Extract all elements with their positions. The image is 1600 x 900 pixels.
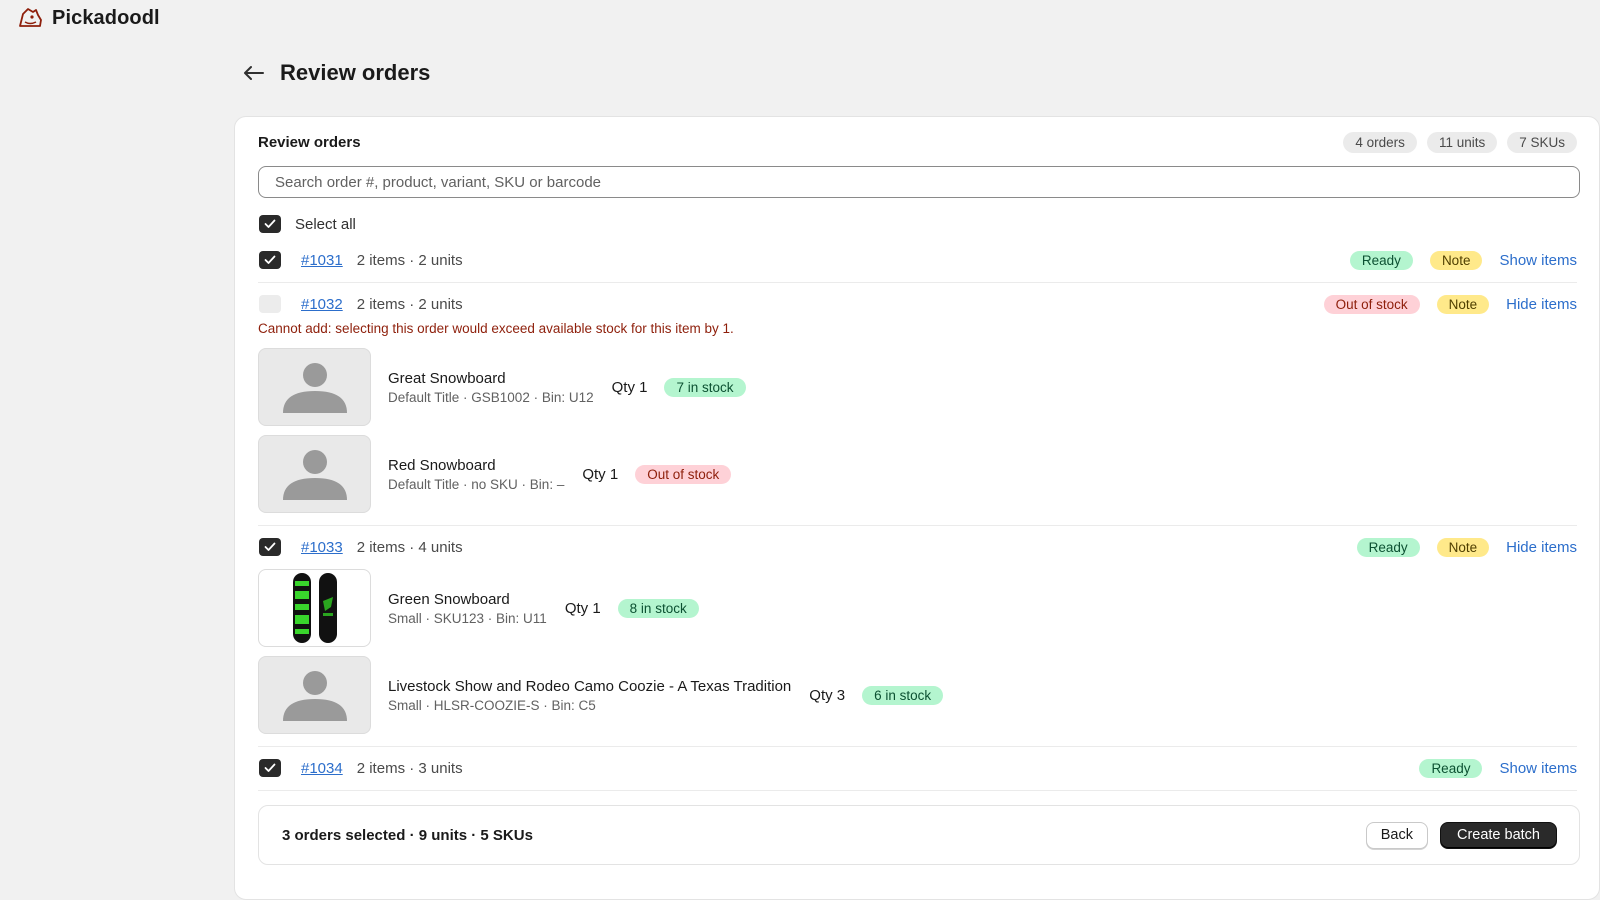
item-info: Green Snowboard Small · SKU123 · Bin: U1… bbox=[388, 591, 547, 626]
item-name: Green Snowboard bbox=[388, 590, 510, 608]
stock-badge: 7 in stock bbox=[664, 377, 746, 397]
order-meta: 2 items · 2 units bbox=[356, 295, 463, 313]
item-info: Red Snowboard Default Title · no SKU · B… bbox=[388, 457, 564, 492]
order-number-link[interactable]: #1032 bbox=[301, 296, 343, 313]
order-number-link[interactable]: #1034 bbox=[301, 760, 343, 777]
placeholder-person-icon bbox=[282, 671, 347, 721]
order-row-1033: #1033 2 items · 4 units Ready Note Hide … bbox=[259, 536, 1577, 558]
units-count-pill: 11 units bbox=[1426, 131, 1498, 153]
item-details: Default Title · GSB1002 · Bin: U12 bbox=[388, 389, 594, 405]
product-thumbnail bbox=[258, 569, 371, 647]
order-meta: 2 items · 4 units bbox=[356, 538, 463, 556]
top-bar: Pickadoodl bbox=[16, 6, 160, 30]
order-meta: 2 items · 3 units bbox=[356, 759, 463, 777]
note-badge[interactable]: Note bbox=[1436, 537, 1490, 557]
note-badge[interactable]: Note bbox=[1429, 250, 1483, 270]
order-checkbox[interactable] bbox=[259, 759, 281, 777]
arrow-left-icon[interactable] bbox=[240, 60, 266, 86]
green-snowboard-photo bbox=[292, 573, 337, 643]
stock-badge: Out of stock bbox=[635, 464, 732, 484]
status-badge: Ready bbox=[1419, 758, 1483, 778]
order-checkbox[interactable] bbox=[259, 295, 281, 313]
item-details: Default Title · no SKU · Bin: – bbox=[388, 476, 565, 492]
review-orders-card: Review orders 4 orders 11 units 7 SKUs S… bbox=[234, 116, 1600, 900]
item-name: Great Snowboard bbox=[388, 369, 506, 387]
item-quantity: Qty 1 bbox=[611, 378, 648, 396]
select-all-checkbox[interactable] bbox=[259, 215, 281, 233]
card-header: Review orders 4 orders 11 units 7 SKUs bbox=[258, 131, 1577, 153]
order-actions: Ready Note Show items bbox=[1349, 250, 1577, 270]
status-badge: Ready bbox=[1356, 537, 1420, 557]
stock-badge: 8 in stock bbox=[617, 598, 699, 618]
toggle-items-link[interactable]: Show items bbox=[1499, 252, 1577, 269]
checkmark-icon bbox=[264, 219, 276, 228]
order-number-link[interactable]: #1033 bbox=[301, 539, 343, 556]
line-item: Livestock Show and Rodeo Camo Coozie - A… bbox=[258, 656, 944, 734]
checkmark-icon bbox=[264, 542, 276, 551]
search-input[interactable] bbox=[258, 166, 1580, 198]
order-checkbox[interactable] bbox=[259, 538, 281, 556]
status-badge: Ready bbox=[1349, 250, 1413, 270]
skus-count-pill: 7 SKUs bbox=[1507, 131, 1577, 153]
item-name: Livestock Show and Rodeo Camo Coozie - A… bbox=[388, 677, 792, 695]
stock-badge: 6 in stock bbox=[862, 685, 944, 705]
product-thumbnail bbox=[258, 656, 371, 734]
divider bbox=[258, 746, 1577, 747]
brand-name[interactable]: Pickadoodl bbox=[52, 7, 160, 30]
order-row-1034: #1034 2 items · 3 units Ready Show items bbox=[259, 757, 1577, 779]
item-details: Small · HLSR-COOZIE-S · Bin: C5 bbox=[388, 697, 596, 713]
divider bbox=[258, 790, 1577, 791]
placeholder-person-icon bbox=[282, 450, 347, 500]
toggle-items-link[interactable]: Hide items bbox=[1506, 539, 1577, 556]
item-info: Great Snowboard Default Title · GSB1002 … bbox=[388, 370, 594, 405]
line-item: Green Snowboard Small · SKU123 · Bin: U1… bbox=[258, 569, 699, 647]
status-badge: Out of stock bbox=[1323, 294, 1420, 314]
order-meta: 2 items · 2 units bbox=[356, 251, 463, 269]
line-item: Great Snowboard Default Title · GSB1002 … bbox=[258, 348, 746, 426]
page-header: Review orders bbox=[240, 60, 430, 86]
line-item: Red Snowboard Default Title · no SKU · B… bbox=[258, 435, 732, 513]
divider bbox=[258, 282, 1577, 283]
stock-error-message: Cannot add: selecting this order would e… bbox=[258, 321, 734, 336]
toggle-items-link[interactable]: Hide items bbox=[1506, 296, 1577, 313]
selection-summary: 3 orders selected · 9 units · 5 SKUs bbox=[282, 826, 533, 844]
select-all-row[interactable]: Select all bbox=[259, 215, 356, 233]
item-info: Livestock Show and Rodeo Camo Coozie - A… bbox=[388, 678, 791, 713]
summary-pills: 4 orders 11 units 7 SKUs bbox=[1343, 131, 1577, 153]
item-quantity: Qty 1 bbox=[564, 599, 601, 617]
toggle-items-link[interactable]: Show items bbox=[1499, 760, 1577, 777]
item-details: Small · SKU123 · Bin: U11 bbox=[388, 610, 547, 626]
page-title: Review orders bbox=[280, 60, 431, 85]
placeholder-person-icon bbox=[282, 363, 347, 413]
checkmark-icon bbox=[264, 763, 276, 772]
divider bbox=[258, 525, 1577, 526]
card-title: Review orders bbox=[258, 133, 361, 151]
order-number-link[interactable]: #1031 bbox=[301, 252, 343, 269]
item-quantity: Qty 1 bbox=[582, 465, 619, 483]
orders-count-pill: 4 orders bbox=[1343, 131, 1417, 153]
product-thumbnail bbox=[258, 435, 371, 513]
item-name: Red Snowboard bbox=[388, 456, 496, 474]
doodle-dog-logo-icon[interactable] bbox=[16, 6, 44, 30]
note-badge[interactable]: Note bbox=[1436, 294, 1490, 314]
order-checkbox[interactable] bbox=[259, 251, 281, 269]
order-actions: Ready Show items bbox=[1419, 758, 1577, 778]
item-quantity: Qty 3 bbox=[809, 686, 846, 704]
create-batch-button[interactable]: Create batch bbox=[1439, 821, 1557, 849]
back-button[interactable]: Back bbox=[1365, 821, 1428, 849]
order-actions: Ready Note Hide items bbox=[1356, 537, 1577, 557]
order-row-1031: #1031 2 items · 2 units Ready Note Show … bbox=[259, 249, 1577, 271]
checkmark-icon bbox=[264, 255, 276, 264]
order-row-1032: #1032 2 items · 2 units Out of stock Not… bbox=[259, 293, 1577, 315]
select-all-label: Select all bbox=[295, 215, 356, 233]
order-actions: Out of stock Note Hide items bbox=[1323, 294, 1577, 314]
batch-footer: 3 orders selected · 9 units · 5 SKUs Bac… bbox=[258, 805, 1580, 865]
product-thumbnail bbox=[258, 348, 371, 426]
footer-actions: Back Create batch bbox=[1365, 821, 1557, 849]
